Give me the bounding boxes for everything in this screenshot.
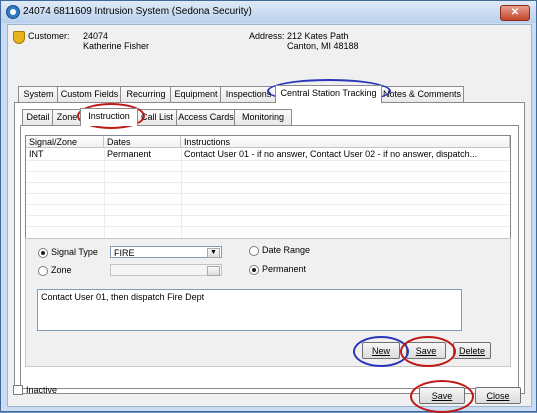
signal-type-value: FIRE bbox=[114, 248, 135, 258]
chevron-down-icon: ▼ bbox=[207, 248, 220, 258]
signal-type-label: Signal Type bbox=[51, 247, 98, 257]
date-range-label: Date Range bbox=[262, 245, 311, 255]
column-header-dates[interactable]: Dates bbox=[104, 136, 181, 148]
permanent-radio[interactable] bbox=[249, 265, 259, 275]
instruction-textarea[interactable]: Contact User 01, then dispatch Fire Dept bbox=[37, 289, 462, 331]
tab-custom-fields[interactable]: Custom Fields bbox=[57, 86, 122, 102]
customer-name: Katherine Fisher bbox=[83, 41, 150, 51]
tab-monitoring[interactable]: Monitoring bbox=[234, 109, 292, 125]
cell-instructions: Contact User 01 - if no answer, Contact … bbox=[184, 149, 478, 159]
column-header-signal-zone[interactable]: Signal/Zone bbox=[26, 136, 104, 148]
save-button-label: Save bbox=[415, 346, 437, 356]
inactive-label: Inactive bbox=[26, 385, 58, 395]
new-button[interactable]: New bbox=[362, 342, 400, 359]
delete-button[interactable]: Delete bbox=[453, 342, 491, 359]
main-tab-strip: System Custom Fields Recurring Equipment… bbox=[14, 85, 524, 103]
tab-notes-comments[interactable]: Notes & Comments bbox=[380, 86, 464, 102]
empty-row bbox=[26, 215, 510, 227]
tab-system[interactable]: System bbox=[18, 86, 59, 102]
delete-button-label: Delete bbox=[458, 346, 485, 356]
new-button-label: New bbox=[371, 346, 390, 356]
address-label: Address: bbox=[249, 31, 285, 41]
column-header-instructions[interactable]: Instructions bbox=[181, 136, 510, 148]
shield-icon bbox=[13, 31, 25, 44]
signal-type-select[interactable]: FIRE ▼ bbox=[110, 246, 222, 258]
customer-id: 24074 bbox=[83, 31, 109, 41]
address-line1: 212 Kates Path bbox=[287, 31, 349, 41]
title-bar: 24074 6811609 Intrusion System (Sedona S… bbox=[1, 1, 536, 23]
save-button[interactable]: Save bbox=[406, 342, 446, 359]
tab-central-station-tracking[interactable]: Central Station Tracking bbox=[275, 85, 382, 103]
zone-select[interactable] bbox=[110, 264, 222, 276]
window-close-button[interactable]: ✕ bbox=[500, 5, 530, 21]
date-range-radio[interactable] bbox=[249, 246, 259, 256]
tab-zone[interactable]: Zone bbox=[52, 109, 82, 125]
tab-detail[interactable]: Detail bbox=[22, 109, 54, 125]
window-title: 24074 6811609 Intrusion System (Sedona S… bbox=[23, 6, 252, 17]
permanent-label: Permanent bbox=[262, 264, 307, 274]
cell-signal: INT bbox=[29, 149, 44, 159]
save-main-button[interactable]: Save bbox=[419, 387, 465, 404]
intrusion-system-window: 24074 6811609 Intrusion System (Sedona S… bbox=[0, 0, 537, 413]
tab-call-list[interactable]: Call List bbox=[136, 109, 178, 125]
close-button-label: Close bbox=[486, 391, 510, 401]
sub-tab-strip: Detail Zone Instruction Call List Access… bbox=[20, 108, 320, 126]
zone-radio[interactable] bbox=[38, 266, 48, 276]
signal-type-radio[interactable] bbox=[38, 248, 48, 258]
address-line2: Canton, MI 48188 bbox=[287, 41, 359, 51]
cell-dates: Permanent bbox=[107, 149, 152, 159]
tab-equipment[interactable]: Equipment bbox=[170, 86, 222, 102]
tab-recurring[interactable]: Recurring bbox=[120, 86, 172, 102]
zone-label: Zone bbox=[51, 265, 72, 275]
close-button[interactable]: Close bbox=[475, 387, 521, 404]
chevron-down-icon bbox=[207, 266, 220, 276]
save-main-button-label: Save bbox=[431, 391, 453, 401]
app-icon bbox=[6, 5, 20, 19]
inactive-checkbox[interactable] bbox=[13, 385, 23, 395]
tab-inspections[interactable]: Inspections bbox=[220, 86, 277, 102]
customer-label: Customer: bbox=[28, 31, 70, 41]
tab-instruction[interactable]: Instruction bbox=[80, 108, 138, 126]
tab-access-cards[interactable]: Access Cards bbox=[176, 109, 236, 125]
